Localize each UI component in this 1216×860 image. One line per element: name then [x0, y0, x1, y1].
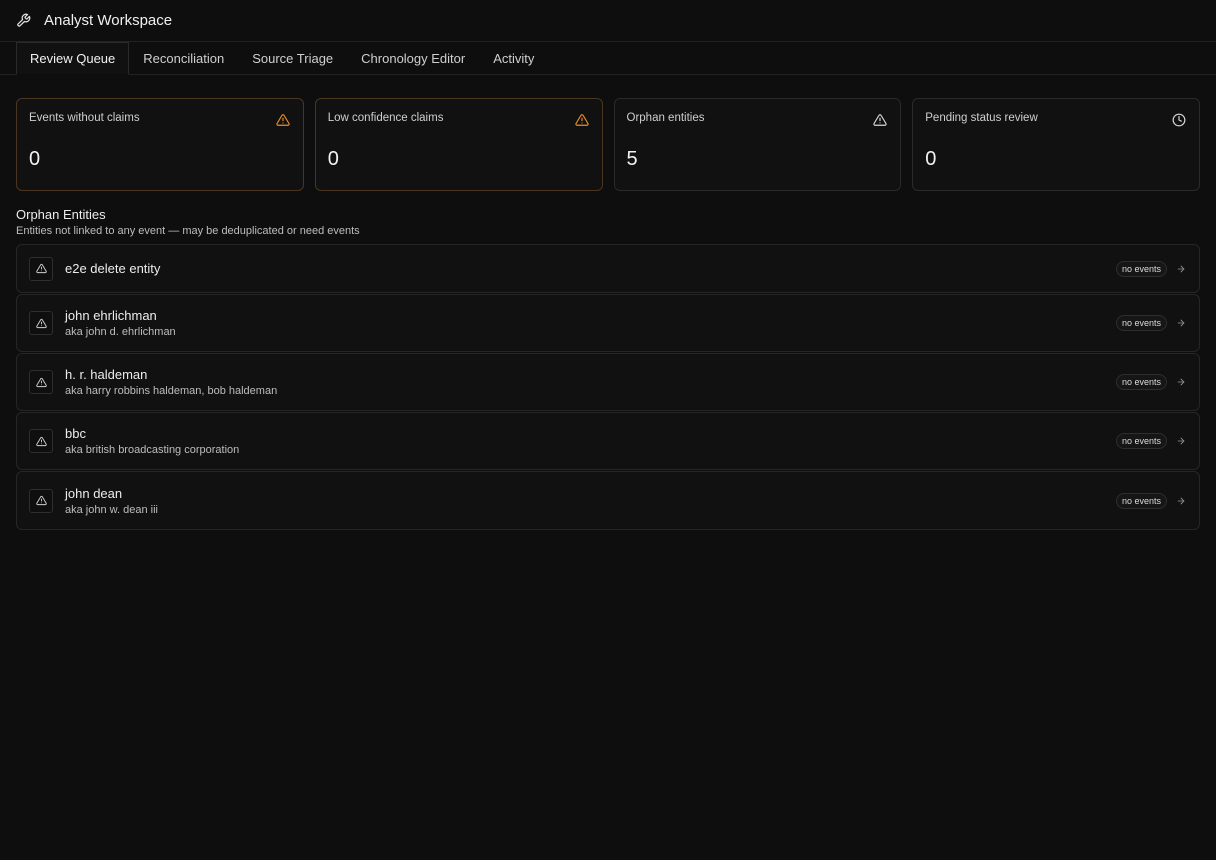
stat-card-orphan-entities[interactable]: Orphan entities 5 — [613, 98, 902, 191]
tab-review-queue[interactable]: Review Queue — [16, 42, 130, 75]
tab-activity[interactable]: Activity — [479, 42, 548, 74]
warning-icon — [29, 370, 53, 394]
tab-reconciliation[interactable]: Reconciliation — [129, 42, 238, 74]
arrow-right-icon[interactable] — [1175, 435, 1187, 447]
stat-value: 0 — [327, 148, 339, 170]
entity-name: john dean — [65, 485, 123, 501]
stat-label: Pending status review — [925, 112, 1038, 124]
status-badge: no events — [1115, 260, 1167, 277]
stat-label: Orphan entities — [626, 112, 705, 124]
list-item[interactable]: bbc aka british broadcasting corporation… — [16, 412, 1200, 470]
arrow-right-icon[interactable] — [1175, 376, 1187, 388]
wrench-icon — [16, 13, 32, 29]
warning-icon — [275, 112, 291, 128]
stat-card-events-without-claims[interactable]: Events without claims 0 — [16, 98, 304, 191]
entity-aliases: aka john d. ehrlichman — [65, 326, 176, 338]
tab-source-triage[interactable]: Source Triage — [238, 42, 347, 74]
orphan-entity-list: e2e delete entity no events john ehrlich… — [0, 237, 1216, 530]
stats-row: Events without claims 0 Low confidence c… — [0, 75, 1216, 191]
status-badge: no events — [1115, 492, 1167, 509]
entity-name: bbc — [65, 426, 86, 441]
arrow-right-icon[interactable] — [1175, 495, 1187, 507]
status-badge: no events — [1115, 374, 1167, 390]
tab-bar: Review Queue Reconciliation Source Triag… — [0, 42, 1216, 75]
tab-chronology-editor[interactable]: Chronology Editor — [347, 42, 479, 74]
app-header: Analyst Workspace — [0, 0, 1216, 42]
status-badge: no events — [1115, 315, 1167, 331]
list-item[interactable]: john dean aka john w. dean iii no events — [16, 471, 1200, 530]
warning-icon — [29, 488, 53, 513]
section-title: Orphan Entities — [16, 207, 106, 222]
warning-icon — [872, 112, 888, 128]
orphan-section-header: Orphan Entities Entities not linked to a… — [0, 191, 1216, 237]
stat-label: Low confidence claims — [327, 112, 444, 124]
stat-card-pending-status-review[interactable]: Pending status review 0 — [912, 98, 1200, 191]
entity-name: e2e delete entity — [65, 261, 161, 276]
warning-icon — [29, 256, 53, 281]
warning-icon — [574, 112, 590, 128]
section-subtitle: Entities not linked to any event — may b… — [16, 225, 360, 237]
arrow-right-icon[interactable] — [1175, 263, 1187, 275]
list-item[interactable]: h. r. haldeman aka harry robbins haldema… — [16, 353, 1200, 411]
entity-aliases: aka john w. dean iii — [65, 503, 158, 516]
arrow-right-icon[interactable] — [1175, 317, 1187, 329]
list-item[interactable]: john ehrlichman aka john d. ehrlichman n… — [16, 294, 1200, 352]
entity-aliases: aka british broadcasting corporation — [65, 444, 240, 456]
stat-value: 5 — [626, 148, 638, 170]
app-title: Analyst Workspace — [44, 12, 173, 29]
warning-icon — [29, 429, 53, 453]
stat-card-low-confidence-claims[interactable]: Low confidence claims 0 — [314, 98, 603, 191]
stat-label: Events without claims — [29, 112, 140, 124]
entity-name: h. r. haldeman — [65, 367, 148, 382]
stat-value: 0 — [29, 148, 41, 170]
warning-icon — [29, 311, 53, 335]
stat-value: 0 — [925, 148, 937, 170]
entity-name: john ehrlichman — [65, 308, 157, 323]
clock-icon — [1171, 112, 1187, 128]
status-badge: no events — [1115, 433, 1167, 449]
entity-aliases: aka harry robbins haldeman, bob haldeman — [65, 385, 278, 397]
list-item[interactable]: e2e delete entity no events — [16, 244, 1200, 293]
